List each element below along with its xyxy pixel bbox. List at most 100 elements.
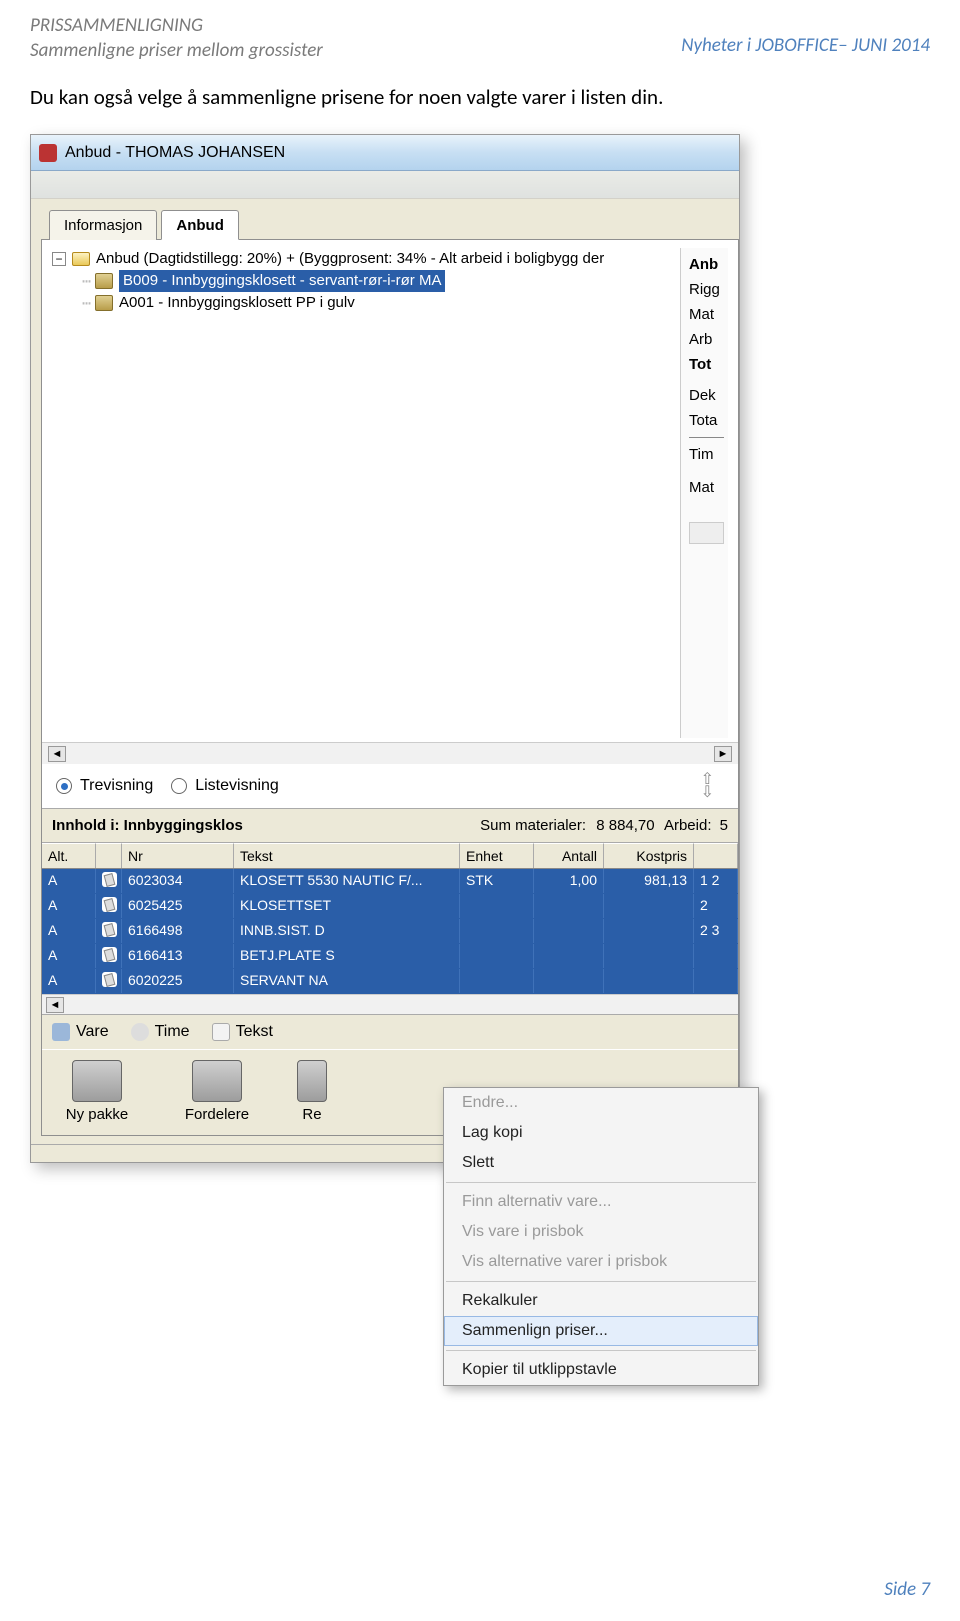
scroll-right-icon[interactable]: ► (714, 746, 732, 762)
doc-body-text: Du kan også velge å sammenligne prisene … (30, 84, 930, 110)
table-row[interactable]: A6025425KLOSETTSET2 (42, 894, 738, 919)
summary-sidebar: Anb Rigg Mat Arb Tot Dek Tota Tim Mat (680, 248, 728, 738)
ctx-rekalkuler[interactable]: Rekalkuler (444, 1286, 758, 1316)
ctx-kopier-utklipp[interactable]: Kopier til utklippstavle (444, 1355, 758, 1385)
col-icon (96, 843, 122, 868)
col-kostpris[interactable]: Kostpris (604, 843, 694, 868)
cell-alt: A (42, 969, 96, 993)
tree-collapse-icon[interactable]: − (52, 252, 66, 266)
radio-listevisning[interactable]: Listevisning (171, 777, 279, 795)
vare-icon (52, 1023, 70, 1041)
cell-nr: 6023034 (122, 869, 234, 893)
cell-kostpris: 981,13 (604, 869, 694, 893)
cell-tekst: KLOSETTSET (234, 894, 460, 918)
cell-tekst: SERVANT NA (234, 969, 460, 993)
tree-view[interactable]: − Anbud (Dagtidstillegg: 20%) + (Byggpro… (52, 248, 680, 738)
summary-button[interactable] (689, 522, 724, 544)
col-antall[interactable]: Antall (534, 843, 604, 868)
reorder-arrows[interactable]: ⇧ ⇩ (701, 774, 724, 798)
cell-enhet (460, 944, 534, 968)
cell-antall (534, 969, 604, 993)
tree-node-a001[interactable]: A001 - Innbyggingsklosett PP i gulv (119, 292, 355, 314)
radio-listevisning-label: Listevisning (195, 777, 279, 795)
cell-end: 2 (694, 894, 738, 918)
item-icon (102, 922, 117, 937)
ctx-vis-alt-prisbok[interactable]: Vis alternative varer i prisbok (444, 1247, 758, 1277)
table-row[interactable]: A6166498INNB.SIST. D2 3 (42, 919, 738, 944)
cell-antall: 1,00 (534, 869, 604, 893)
window-titlebar[interactable]: Anbud - THOMAS JOHANSEN (31, 135, 739, 171)
btn-ny-pakke[interactable]: Ny pakke (52, 1060, 142, 1123)
cell-kostpris (604, 894, 694, 918)
table-row[interactable]: A6166413BETJ.PLATE S (42, 944, 738, 969)
ctx-separator (446, 1281, 756, 1282)
tab-anbud[interactable]: Anbud (161, 210, 238, 240)
ctx-vis-vare-prisbok[interactable]: Vis vare i prisbok (444, 1217, 758, 1247)
btn-re[interactable]: Re (292, 1060, 332, 1123)
scroll-left-icon[interactable]: ◄ (48, 746, 66, 762)
tab-informasjon[interactable]: Informasjon (49, 210, 157, 240)
arbeid-val: 5 (720, 817, 728, 834)
cell-icon (96, 894, 122, 918)
package-icon (95, 295, 113, 311)
arrow-down-icon[interactable]: ⇩ (701, 787, 714, 798)
radio-trevisning[interactable]: Trevisning (56, 777, 153, 795)
cell-alt: A (42, 894, 96, 918)
table-row[interactable]: A6023034KLOSETT 5530 NAUTIC F/...STK1,00… (42, 869, 738, 894)
tree-root-label[interactable]: Anbud (Dagtidstillegg: 20%) + (Byggprose… (96, 248, 604, 270)
cell-enhet (460, 919, 534, 943)
radio-unchecked-icon (171, 778, 187, 794)
ctx-finn-alternativ[interactable]: Finn alternativ vare... (444, 1187, 758, 1217)
doc-header-sub: Sammenligne priser mellom grossister (30, 39, 323, 62)
tree-hscrollbar[interactable]: ◄ ► (42, 742, 738, 764)
cell-end: 1 2 (694, 869, 738, 893)
app-window: Anbud - THOMAS JOHANSEN Informasjon Anbu… (30, 134, 740, 1163)
doc-footer: Side 7 (884, 1578, 930, 1601)
tree-line-icon: ⋯ (82, 270, 91, 292)
grid-body[interactable]: A6023034KLOSETT 5530 NAUTIC F/...STK1,00… (42, 869, 738, 994)
cell-nr: 6166413 (122, 944, 234, 968)
btn-re-label: Re (302, 1106, 321, 1123)
ctx-separator (446, 1182, 756, 1183)
cell-kostpris (604, 969, 694, 993)
summary-mat2: Mat (689, 475, 724, 500)
toolbar-time[interactable]: Time (131, 1023, 190, 1041)
grid-hscrollbar[interactable]: ◄ (42, 994, 738, 1014)
cell-tekst: KLOSETT 5530 NAUTIC F/... (234, 869, 460, 893)
col-extra (694, 843, 738, 868)
clock-icon (131, 1023, 149, 1041)
toolbar-tekst[interactable]: Tekst (212, 1023, 273, 1041)
folder-icon (72, 252, 90, 266)
scroll-left-icon[interactable]: ◄ (46, 997, 64, 1013)
cell-end: 2 3 (694, 919, 738, 943)
tree-node-b009[interactable]: B009 - Innbyggingsklosett - servant-rør-… (119, 270, 445, 292)
col-enhet[interactable]: Enhet (460, 843, 534, 868)
ctx-lag-kopi[interactable]: Lag kopi (444, 1118, 758, 1148)
cell-antall (534, 944, 604, 968)
summary-arb: Arb (689, 327, 724, 352)
ctx-slett[interactable]: Slett (444, 1148, 758, 1178)
cell-nr: 6020225 (122, 969, 234, 993)
cell-antall (534, 894, 604, 918)
col-alt[interactable]: Alt. (42, 843, 96, 868)
col-tekst[interactable]: Tekst (234, 843, 460, 868)
col-nr[interactable]: Nr (122, 843, 234, 868)
summary-rigg: Rigg (689, 277, 724, 302)
table-row[interactable]: A 6020225SERVANT NA (42, 969, 738, 994)
document-icon (212, 1023, 230, 1041)
toolbar-vare[interactable]: Vare (52, 1023, 109, 1041)
btn-fordelere[interactable]: Fordelere (172, 1060, 262, 1123)
cell-icon (96, 869, 122, 893)
arbeid-label: Arbeid: (664, 817, 712, 834)
cell-icon (96, 969, 122, 993)
cell-alt: A (42, 919, 96, 943)
window-title: Anbud - THOMAS JOHANSEN (65, 144, 285, 162)
ctx-sammenlign-priser[interactable]: Sammenlign priser... (444, 1316, 758, 1346)
cell-tekst: INNB.SIST. D (234, 919, 460, 943)
toolbar-vare-label: Vare (76, 1023, 109, 1041)
radio-checked-icon (56, 778, 72, 794)
cell-alt: A (42, 869, 96, 893)
ctx-endre[interactable]: Endre... (444, 1088, 758, 1118)
cell-kostpris (604, 944, 694, 968)
cell-enhet (460, 969, 534, 993)
